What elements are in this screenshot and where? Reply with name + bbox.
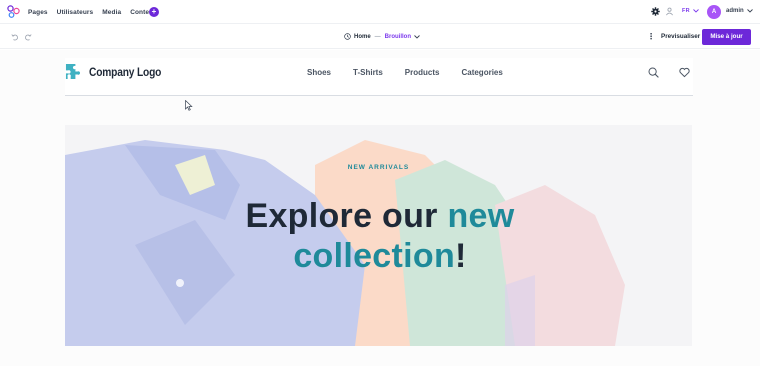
users-icon[interactable] xyxy=(665,7,674,16)
admin-nav: Pages Utilisateurs Media Content xyxy=(28,0,155,24)
clock-icon xyxy=(344,33,351,40)
cursor-icon xyxy=(185,100,193,111)
chevron-down-icon[interactable] xyxy=(414,34,420,39)
headline-part1: Explore our xyxy=(245,197,448,235)
hero-eyebrow: NEW ARRIVALS xyxy=(347,164,410,171)
add-button[interactable]: + xyxy=(149,7,159,17)
site-logo-text: Company Logo xyxy=(89,64,162,79)
headline-highlight-new: new xyxy=(447,197,515,235)
search-icon[interactable] xyxy=(648,67,659,78)
site-nav-products[interactable]: Products xyxy=(405,68,440,77)
language-label: FR xyxy=(682,8,690,14)
breadcrumb-separator: — xyxy=(374,33,381,40)
site-nav-categories[interactable]: Categories xyxy=(461,68,502,77)
site-logo[interactable]: Company Logo xyxy=(65,63,174,80)
heart-icon[interactable] xyxy=(679,67,690,78)
undo-icon[interactable] xyxy=(11,33,19,41)
headline-end: ! xyxy=(455,237,467,275)
gear-icon[interactable] xyxy=(651,7,660,16)
puzzle-logo-icon xyxy=(65,63,81,80)
more-options-icon[interactable]: ⋮ xyxy=(647,33,655,41)
breadcrumb-home[interactable]: Home xyxy=(354,34,371,40)
app-logo-icon[interactable] xyxy=(7,5,20,18)
chevron-down-icon xyxy=(746,9,753,13)
editor-toolbar: Home — Brouillon ⋮ Previsualiser xyxy=(0,25,760,49)
site-nav-shoes[interactable]: Shoes xyxy=(307,68,331,77)
breadcrumb[interactable]: Home — Brouillon xyxy=(344,33,420,40)
admin-topbar: Pages Utilisateurs Media Content + FR A … xyxy=(0,0,760,24)
headline-highlight-collection: collection xyxy=(293,237,456,275)
site-header: Company Logo Shoes T-Shirts Products Cat… xyxy=(65,58,693,96)
nav-pages[interactable]: Pages xyxy=(28,9,48,16)
preview-button[interactable]: Previsualiser xyxy=(661,33,700,40)
redo-icon[interactable] xyxy=(24,33,32,41)
site-nav-tshirts[interactable]: T-Shirts xyxy=(353,68,383,77)
update-button[interactable]: Mise à jour xyxy=(702,29,751,45)
hero-headline: Explore our new collection! xyxy=(0,196,760,276)
language-selector[interactable]: FR xyxy=(682,8,699,14)
site-nav: Shoes T-Shirts Products Categories xyxy=(307,68,503,77)
nav-users[interactable]: Utilisateurs xyxy=(57,9,94,16)
avatar[interactable]: A xyxy=(707,5,721,19)
user-name: admin xyxy=(726,8,744,14)
user-menu[interactable]: admin xyxy=(726,8,753,14)
chevron-down-icon xyxy=(693,9,699,13)
status-badge[interactable]: Brouillon xyxy=(385,34,411,40)
nav-media[interactable]: Media xyxy=(102,9,121,16)
